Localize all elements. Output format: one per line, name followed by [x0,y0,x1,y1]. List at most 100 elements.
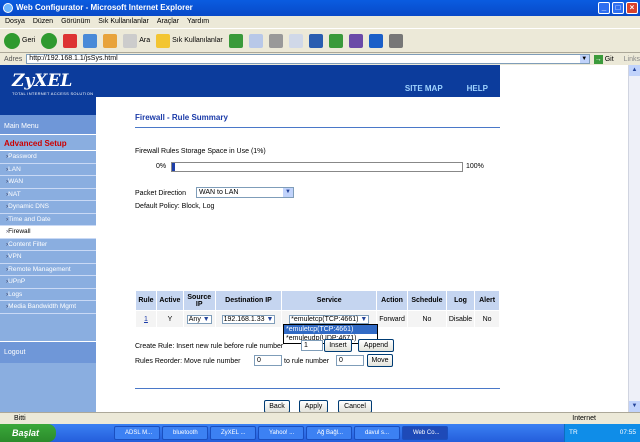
edit-icon[interactable] [288,33,303,48]
address-input[interactable]: http://192.168.1.1/jsSys.html ▼ [26,54,590,64]
to-rule-label: to rule number [284,358,330,365]
site-map-link[interactable]: SITE MAP [405,84,443,93]
menu-favorites[interactable]: Sık Kullanılanlar [98,16,149,28]
main-menu-link[interactable]: Main Menu [0,115,96,135]
menu-view[interactable]: Görünüm [61,16,90,28]
menu-file[interactable]: Dosya [5,16,25,28]
language-indicator[interactable]: TR [569,429,578,436]
sidebar-item-media-bandwidth[interactable]: Media Bandwidth Mgmt [0,301,96,314]
calculator-icon[interactable] [388,33,403,48]
close-button[interactable]: × [626,2,638,14]
chevron-down-icon[interactable]: ▼ [579,55,589,63]
cell-action: Forward [376,310,409,328]
taskbar-item[interactable]: ADSL M... [114,426,160,440]
taskbar-item[interactable]: ZyXEL ... [210,426,256,440]
col-destination-ip: Destination IP [214,290,283,311]
sidebar-item-password[interactable]: Password [0,151,96,164]
refresh-icon[interactable] [83,33,98,48]
maximize-button[interactable]: □ [612,2,624,14]
stop-icon[interactable] [63,33,78,48]
minimize-button[interactable]: _ [598,2,610,14]
taskbar-item[interactable]: davul s... [354,426,400,440]
forward-arrow-icon[interactable] [41,32,58,49]
sidebar-item-time-date[interactable]: Time and Date [0,213,96,226]
media-icon[interactable] [228,33,243,48]
packet-direction-label: Packet Direction [135,190,186,197]
title-divider [135,127,501,128]
menu-tools[interactable]: Araçlar [157,16,179,28]
sidebar-item-content-filter[interactable]: Content Filter [0,238,96,251]
links-label[interactable]: Links [624,56,640,63]
move-to-input[interactable]: 0 [336,355,364,366]
ie-icon [3,3,13,13]
menu-help[interactable]: Yardım [187,16,209,28]
taskbar-item-active[interactable]: Web Co... [402,426,448,440]
rule-number[interactable]: 1 [144,316,148,323]
rules-table: Rule Active Source IP Destination IP Ser… [135,290,500,328]
cell-alert: No [474,310,500,328]
move-button[interactable]: Move [367,354,393,367]
move-from-input[interactable]: 0 [254,355,282,366]
window-title: Web Configurator - Microsoft Internet Ex… [16,3,193,12]
favorites-button[interactable]: Sık Kullanılanlar [156,33,223,48]
search-button[interactable]: Ara [123,33,150,48]
system-tray: TR 07:55 [564,424,640,442]
service-option[interactable]: *emuletcp(TCP:4661) [284,325,377,334]
research-icon[interactable] [348,33,363,48]
home-icon[interactable] [103,33,118,48]
status-text: Bitti [14,415,26,422]
word-icon[interactable] [308,33,323,48]
sidebar-item-nat[interactable]: NAT [0,188,96,201]
rule-number-link[interactable]: 1 [135,310,157,328]
taskbar-item[interactable]: Yahoo! ... [258,426,304,440]
destination-ip-value: 192.168.1.33 [223,315,265,323]
go-label: Git [604,55,614,63]
append-button[interactable]: Append [358,339,394,352]
logo-text: ZyXEL [12,71,73,91]
packet-direction-value: WAN to LAN [199,189,239,196]
cell-log: Disable [445,310,476,328]
insert-button[interactable]: Insert [324,339,352,352]
mail-icon[interactable] [248,33,263,48]
chevron-down-icon: ▼ [283,188,293,197]
menu-edit[interactable]: Düzen [33,16,53,28]
favorites-label: Sık Kullanılanlar [172,37,223,44]
packet-direction-select[interactable]: WAN to LAN ▼ [196,187,294,198]
sidebar-item-upnp[interactable]: UPnP [0,276,96,289]
insert-rule-number-select[interactable]: 1 [301,340,323,351]
storage-max: 100% [466,163,484,170]
bluetooth-icon[interactable] [368,33,383,48]
messenger-icon[interactable] [328,33,343,48]
address-label: Adres [4,55,23,63]
sidebar-item-lan[interactable]: LAN [0,163,96,176]
scroll-up-icon[interactable]: ▲ [629,65,640,76]
logout-link[interactable]: Logout [0,341,96,363]
sidebar-item-remote-management[interactable]: Remote Management [0,263,96,276]
go-button[interactable]: → Git [593,54,614,64]
taskbar-item[interactable]: bluetooth [162,426,208,440]
sidebar-item-wan[interactable]: WAN [0,176,96,189]
print-icon[interactable] [268,33,283,48]
bottom-divider [135,388,501,389]
address-bar: Adres http://192.168.1.1/jsSys.html ▼ → … [0,53,640,65]
back-button[interactable]: Geri [4,32,35,49]
destination-ip-select[interactable]: 192.168.1.33 ▼ [221,314,276,324]
move-from-value: 0 [257,357,261,364]
sidebar-item-firewall[interactable]: Firewall [0,226,96,239]
table-header-row: Rule Active Source IP Destination IP Ser… [135,290,500,311]
taskbar-item[interactable]: Ağ Bağl... [306,426,352,440]
sidebar-item-vpn[interactable]: VPN [0,251,96,264]
sidebar-item-logs[interactable]: Logs [0,288,96,301]
source-ip-select[interactable]: Any ▼ [186,314,212,324]
vertical-scrollbar[interactable]: ▲ ▼ [628,65,640,412]
advanced-setup-heading: Advanced Setup [0,135,96,151]
move-to-value: 0 [339,357,343,364]
scroll-down-icon[interactable]: ▼ [629,401,640,412]
start-button[interactable]: Başlat [0,424,56,442]
storage-label-text: Firewall Rules Storage Space in Use [135,148,249,155]
sidebar-item-dynamic-dns[interactable]: Dynamic DNS [0,201,96,214]
help-link[interactable]: HELP [467,84,488,93]
service-select[interactable]: *emuletcp(TCP:4661) ▼ [289,314,370,324]
storage-min: 0% [156,163,167,170]
storage-label: Firewall Rules Storage Space in Use (1%) [135,148,266,155]
